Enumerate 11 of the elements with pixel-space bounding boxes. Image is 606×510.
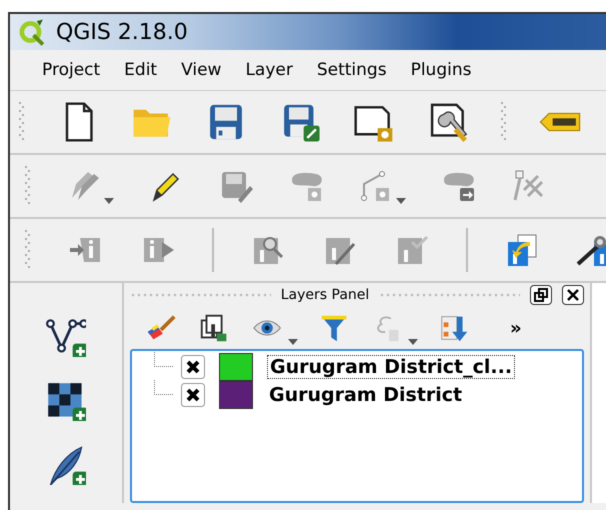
menu-item[interactable]: Layer bbox=[233, 60, 305, 80]
menu-item[interactable]: Edit bbox=[112, 60, 170, 80]
layer-name[interactable]: Gurugram District_cl... bbox=[267, 354, 516, 379]
menu-item[interactable]: View bbox=[169, 60, 234, 80]
window-title: QGIS 2.18.0 bbox=[56, 20, 188, 44]
menu-item[interactable]: Plugins bbox=[398, 60, 484, 80]
panel-title: Layers Panel bbox=[280, 287, 370, 304]
layer-name[interactable]: Gurugram District bbox=[267, 384, 464, 406]
menu-item[interactable]: Project bbox=[30, 60, 112, 80]
menu-item[interactable]: Settings bbox=[304, 60, 399, 80]
more-button[interactable]: » bbox=[510, 318, 522, 339]
